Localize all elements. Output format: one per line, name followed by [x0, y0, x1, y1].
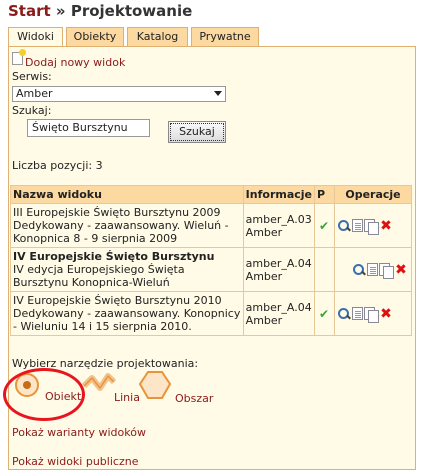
col-name-header: Nazwa widoku — [10, 185, 244, 204]
col-info-header: Informacje — [242, 185, 316, 204]
tab-obiekty[interactable]: Obiekty — [66, 27, 124, 46]
published-cell — [314, 247, 335, 292]
col-p-header: P — [314, 185, 335, 204]
search-label: Szukaj: — [12, 104, 52, 117]
published-cell: ✔ — [314, 203, 335, 248]
breadcrumb: Start » Projektowanie — [8, 2, 192, 20]
operations-cell: ✖ — [334, 291, 412, 336]
view-description: III Europejskie Święto Bursztynu 2009 De… — [13, 206, 229, 245]
tool-linia[interactable]: Linia — [114, 391, 140, 404]
operations-cell: ✖ — [334, 203, 412, 248]
chevron-down-icon — [214, 91, 222, 96]
tab-prywatne[interactable]: Prywatne — [191, 27, 259, 46]
tab-widoki[interactable]: Widoki — [8, 27, 63, 47]
item-count: Liczba pozycji: 3 — [12, 159, 103, 172]
breadcrumb-separator: » — [55, 2, 66, 20]
delete-icon[interactable]: ✖ — [394, 263, 408, 277]
edit-document-icon[interactable] — [352, 307, 363, 320]
tab-katalog[interactable]: Katalog — [127, 27, 188, 46]
service-label: Serwis: — [12, 70, 52, 83]
view-title: IV Europejskie Święto Bursztynu — [13, 250, 215, 263]
view-name-cell: IV Europejskie Święto Bursztynu IV edycja… — [10, 247, 244, 292]
search-button[interactable]: Szukaj — [168, 121, 226, 143]
line-tool-icon[interactable] — [82, 368, 116, 398]
delete-icon[interactable]: ✖ — [379, 219, 393, 233]
edit-document-icon[interactable] — [367, 263, 378, 276]
col-operations-header: Operacje — [334, 185, 412, 204]
table-header-row: Nazwa widoku Informacje P Operacje — [10, 185, 412, 204]
published-cell: ✔ — [314, 291, 335, 336]
search-button-label: Szukaj — [170, 123, 224, 141]
service-select[interactable]: Amber — [12, 86, 226, 102]
page-title: Projektowanie — [70, 2, 193, 20]
add-document-icon[interactable] — [12, 49, 26, 65]
view-info-cell: amber_A.03 Amber — [242, 203, 316, 248]
view-info-code: amber_A.04 — [245, 256, 312, 270]
edit-document-icon[interactable] — [352, 219, 363, 232]
table-row: III Europejskie Święto Bursztynu 2009 De… — [10, 203, 412, 248]
view-info-code: amber_A.03 — [245, 212, 312, 226]
view-info-service: Amber — [245, 225, 283, 239]
preview-magnifier-icon[interactable] — [337, 307, 351, 321]
show-variants-link[interactable]: Pokaż warianty widoków — [12, 426, 146, 439]
view-info-service: Amber — [245, 269, 283, 283]
table-row: IV Europejskie Święto Bursztynu IV edycja… — [10, 247, 412, 292]
preview-magnifier-icon[interactable] — [337, 219, 351, 233]
operations-cell: ✖ — [334, 247, 412, 292]
view-name-cell: IV Europejskie Święto Bursztynu 2010 Ded… — [10, 291, 244, 336]
views-table: Nazwa widoku Informacje P Operacje III E… — [10, 185, 412, 336]
search-input[interactable]: Święto Bursztynu — [27, 119, 150, 137]
table-row: IV Europejskie Święto Bursztynu 2010 Ded… — [10, 291, 412, 336]
view-info-cell: amber_A.04 Amber — [242, 291, 316, 336]
view-info-code: amber_A.04 — [245, 300, 312, 314]
show-public-views-link[interactable]: Pokaż widoki publiczne — [12, 455, 138, 468]
area-tool-icon[interactable] — [138, 370, 172, 400]
copy-document-icon[interactable] — [364, 306, 379, 323]
view-description: IV Europejskie Święto Bursztynu 2010 Ded… — [13, 294, 241, 333]
check-icon: ✔ — [318, 306, 330, 321]
check-icon: ✔ — [318, 218, 330, 233]
view-info-cell: amber_A.04 Amber — [242, 247, 316, 292]
preview-magnifier-icon[interactable] — [352, 263, 366, 277]
copy-document-icon[interactable] — [364, 218, 379, 235]
breadcrumb-start-link[interactable]: Start — [8, 2, 51, 20]
view-name-cell: III Europejskie Święto Bursztynu 2009 De… — [10, 203, 244, 248]
view-info-service: Amber — [245, 313, 283, 327]
highlight-circle — [3, 368, 85, 421]
add-view-link[interactable]: Dodaj nowy widok — [25, 56, 125, 69]
tool-obszar[interactable]: Obszar — [175, 392, 213, 405]
service-selected-value: Amber — [16, 87, 53, 100]
delete-icon[interactable]: ✖ — [379, 307, 393, 321]
copy-document-icon[interactable] — [379, 262, 394, 279]
view-description: IV edycja Europejskiego Święta Bursztynu… — [13, 263, 185, 289]
